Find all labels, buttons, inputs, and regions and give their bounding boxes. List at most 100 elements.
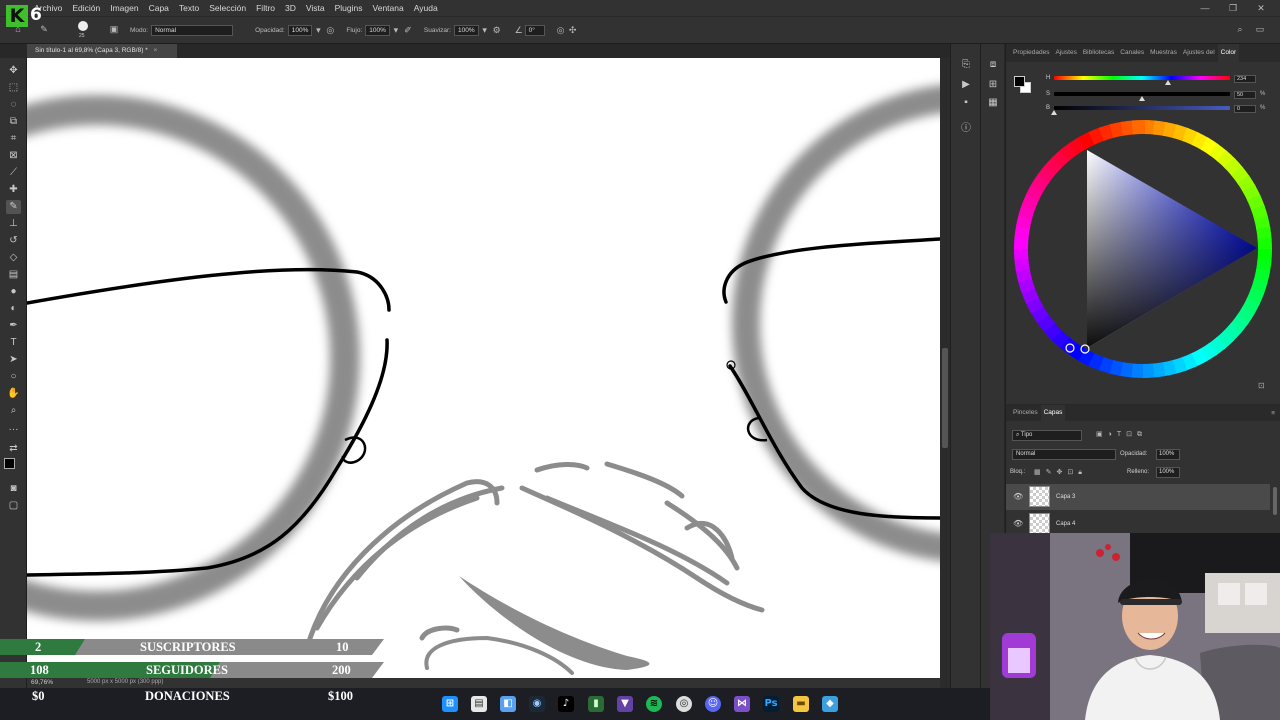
panel-expand-icon[interactable]: ⊡ <box>1258 381 1265 390</box>
frame-tool-icon[interactable]: ⊠ <box>6 149 21 163</box>
tab-pinceles[interactable]: Pinceles <box>1010 405 1041 421</box>
paths-icon[interactable]: ⊞ <box>985 78 1001 92</box>
move-tool-icon[interactable]: ✥ <box>6 64 21 78</box>
windows-icon[interactable]: ⊞ <box>442 696 458 712</box>
gear-icon[interactable]: ⚙ <box>491 25 503 36</box>
b-slider-thumb[interactable] <box>1051 110 1057 115</box>
chrome-icon[interactable]: ◎ <box>676 696 692 712</box>
brush-preset-icon[interactable] <box>78 21 88 31</box>
layer-filter-icons[interactable]: ▣◑T⊡⧉ <box>1096 430 1147 439</box>
eraser-tool-icon[interactable]: ◇ <box>6 251 21 265</box>
photoshop-icon[interactable]: Ps <box>763 696 779 712</box>
marquee-tool-icon[interactable]: ⬚ <box>6 81 21 95</box>
tab-canales[interactable]: Canales <box>1117 44 1147 62</box>
layer-name[interactable]: Capa 4 <box>1056 521 1075 527</box>
brush-tool-icon[interactable]: ✎ <box>38 24 50 35</box>
visual-studio-icon[interactable]: ⋈ <box>734 696 750 712</box>
lasso-tool-icon[interactable]: ◌ <box>6 98 21 112</box>
layer-name[interactable]: Capa 3 <box>1056 494 1075 500</box>
opacity-field[interactable]: 100% <box>287 24 313 36</box>
more-tools-icon[interactable]: ··· <box>6 423 21 437</box>
layers-scrollbar[interactable] <box>1273 487 1277 515</box>
workspace-icon[interactable]: ▭ <box>1254 24 1266 35</box>
mode-select[interactable]: Normal <box>151 24 234 36</box>
comments-icon[interactable]: ▪ <box>958 96 974 110</box>
zoom-tool-icon[interactable]: ⌕ <box>6 404 21 418</box>
tab-ajustes-del[interactable]: Ajustes del <box>1180 44 1218 62</box>
s-field[interactable]: 50 <box>1234 91 1256 99</box>
screen-mode-icon[interactable]: ▢ <box>6 499 21 513</box>
document-tab[interactable]: Sin título-1 al 69,8% (Capa 3, RGB/8) * … <box>27 44 177 58</box>
info-icon[interactable]: ⓘ <box>958 122 974 136</box>
crop-tool-icon[interactable]: ⌗ <box>6 132 21 146</box>
menu-filtro[interactable]: Filtro <box>256 3 275 13</box>
pressure-size-icon[interactable]: ◎ <box>555 25 567 36</box>
tab-bibliotecas[interactable]: Bibliotecas <box>1080 44 1117 62</box>
layer-row[interactable]: 👁︎ Capa 3 <box>1006 484 1270 510</box>
color-wheel[interactable] <box>1012 118 1274 380</box>
foreground-color-swatch[interactable] <box>4 458 15 469</box>
pen-tool-icon[interactable]: ✒ <box>6 319 21 333</box>
tab-ajustes[interactable]: Ajustes <box>1053 44 1080 62</box>
menu-imagen[interactable]: Imagen <box>110 3 138 13</box>
blur-tool-icon[interactable]: ● <box>6 285 21 299</box>
vertical-scrollbar[interactable] <box>940 58 950 688</box>
menu-ventana[interactable]: Ventana <box>373 3 404 13</box>
menu-vista[interactable]: Vista <box>306 3 325 13</box>
tab-propiedades[interactable]: Propiedades <box>1010 44 1053 62</box>
chevron-down-icon[interactable]: ▾ <box>479 25 491 36</box>
s-slider-thumb[interactable] <box>1139 96 1145 101</box>
panel-menu-icon[interactable]: ≡ <box>1271 410 1275 417</box>
history-panel-icon[interactable]: ⎘ <box>958 58 974 72</box>
shape-tool-icon[interactable]: ○ <box>6 370 21 384</box>
b-slider[interactable] <box>1054 106 1230 110</box>
store-icon[interactable]: ◧ <box>500 696 516 712</box>
layer-filter-select[interactable]: ⌕ Tipo <box>1012 430 1082 441</box>
lock-icons[interactable]: ▦✎✥⊡🔒︎ <box>1034 468 1087 477</box>
fg-swatch[interactable] <box>1014 76 1025 87</box>
phone-icon[interactable]: ▮ <box>588 696 604 712</box>
close-icon[interactable]: ✕ <box>1254 2 1268 14</box>
object-select-tool-icon[interactable]: ⧉ <box>6 115 21 129</box>
stamp-tool-icon[interactable]: ⊥ <box>6 217 21 231</box>
text-tool-icon[interactable]: T <box>6 336 21 350</box>
brush-tool-icon[interactable]: ✎ <box>6 200 21 214</box>
menu-plugins[interactable]: Plugins <box>335 3 363 13</box>
eye-icon[interactable]: 👁︎ <box>1013 519 1023 528</box>
menu-3d[interactable]: 3D <box>285 3 296 13</box>
hand-tool-icon[interactable]: ✋ <box>6 387 21 401</box>
swatches-icon[interactable]: ▦ <box>985 96 1001 110</box>
flow-field[interactable]: 100% <box>365 24 390 36</box>
h-field[interactable]: 234 <box>1234 75 1256 83</box>
fill-field[interactable]: 100% <box>1156 467 1180 478</box>
menu-ayuda[interactable]: Ayuda <box>414 3 438 13</box>
history-brush-icon[interactable]: ↺ <box>6 234 21 248</box>
path-select-tool-icon[interactable]: ➤ <box>6 353 21 367</box>
spotify-icon[interactable]: ≋ <box>646 696 662 712</box>
symmetry-icon[interactable]: ✣ <box>567 25 579 36</box>
layer-opacity-field[interactable]: 100% <box>1156 449 1180 460</box>
folder-icon[interactable]: ▬ <box>793 696 809 712</box>
close-tab-icon[interactable]: × <box>154 47 158 54</box>
menu-texto[interactable]: Texto <box>179 3 199 13</box>
maps-icon[interactable]: ◆ <box>822 696 838 712</box>
file-explorer-icon[interactable]: ▤ <box>471 696 487 712</box>
search-icon[interactable]: ⌕ <box>1234 24 1246 35</box>
angle-field[interactable]: 0° <box>524 24 545 36</box>
tab-color[interactable]: Color <box>1217 44 1240 62</box>
actions-play-icon[interactable]: ▶ <box>958 78 974 92</box>
gradient-tool-icon[interactable]: ▤ <box>6 268 21 282</box>
swap-colors-icon[interactable]: ⇄ <box>6 442 21 456</box>
chevron-down-icon[interactable]: ▾ <box>312 25 324 36</box>
healing-tool-icon[interactable]: ✚ <box>6 183 21 197</box>
eye-icon[interactable]: 👁︎ <box>1013 492 1023 501</box>
minimize-icon[interactable]: — <box>1198 2 1212 14</box>
tab-capas[interactable]: Capas <box>1040 405 1066 421</box>
brush-panel-icon[interactable]: ▣ <box>108 24 120 35</box>
canvas-area[interactable] <box>27 58 940 678</box>
b-field[interactable]: 0 <box>1234 105 1256 113</box>
h-slider-thumb[interactable] <box>1165 80 1172 85</box>
dodge-tool-icon[interactable]: ◐ <box>6 302 21 316</box>
layer-comps-icon[interactable]: ⧈ <box>985 58 1001 72</box>
chevron-down-icon[interactable]: ▾ <box>390 25 402 36</box>
